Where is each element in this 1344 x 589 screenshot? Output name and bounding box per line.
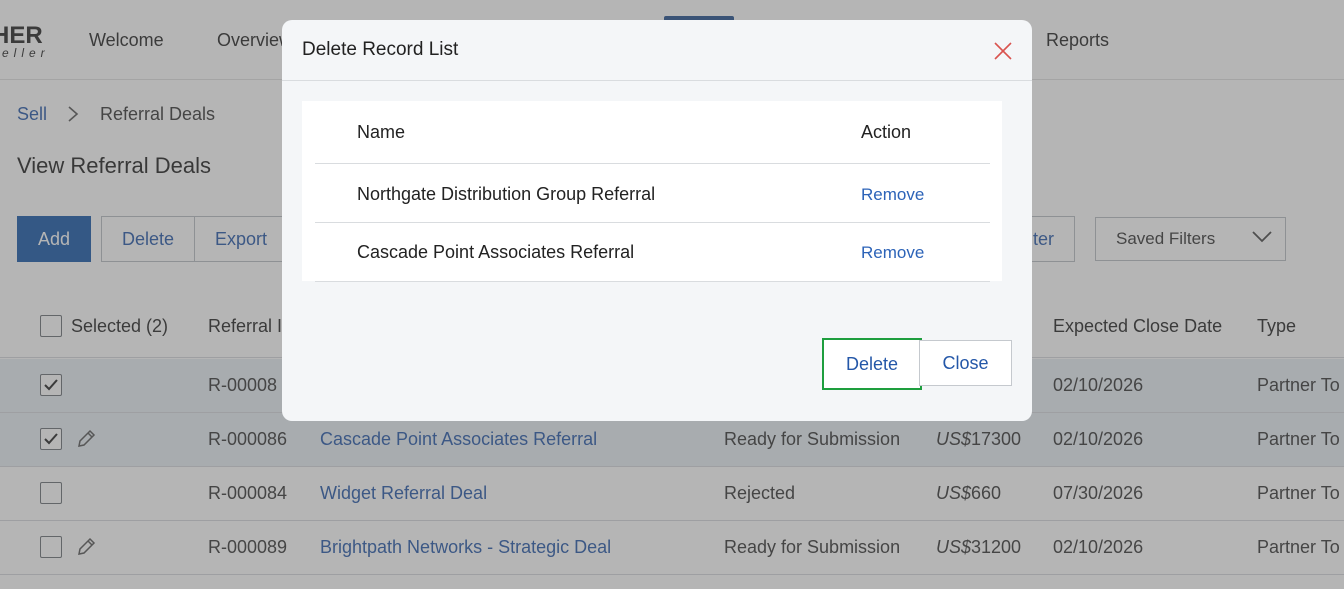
record-name: Cascade Point Associates Referral <box>357 242 635 262</box>
close-dialog-button[interactable]: Close <box>919 340 1012 386</box>
record-list-header: Name Action <box>315 101 990 164</box>
record-list-row: Cascade Point Associates Referral Remove <box>315 224 990 282</box>
dialog-title: Delete Record List <box>302 39 459 60</box>
record-list-table: Name Action Northgate Distribution Group… <box>302 101 1002 282</box>
record-list-row: Northgate Distribution Group Referral Re… <box>315 165 990 223</box>
remove-link[interactable]: Remove <box>861 185 924 205</box>
dialog-header: Delete Record List <box>282 20 1032 81</box>
remove-link[interactable]: Remove <box>861 243 924 263</box>
delete-record-list-dialog: Delete Record List Name Action Northgate… <box>282 20 1032 421</box>
column-action-header: Action <box>861 122 912 142</box>
record-name: Northgate Distribution Group Referral <box>357 184 656 204</box>
column-name-header: Name <box>357 122 406 142</box>
confirm-delete-button[interactable]: Delete <box>822 338 922 390</box>
close-icon[interactable] <box>992 40 1014 62</box>
